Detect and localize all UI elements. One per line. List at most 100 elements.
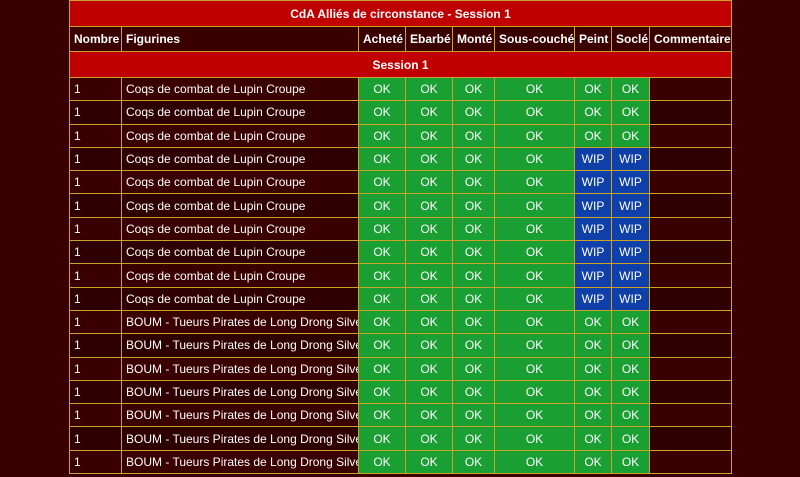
cell-socle: OK (611, 333, 650, 358)
cell-figurine: Coqs de combat de Lupin Croupe (121, 76, 359, 102)
cell-peint: OK (574, 76, 612, 102)
cell-peint: WIP (574, 216, 612, 242)
cell-monte: OK (452, 286, 495, 311)
cell-figurine: Coqs de combat de Lupin Croupe (121, 263, 359, 288)
cell-figurine: BOUM - Tueurs Pirates de Long Drong Silv… (121, 379, 359, 405)
cell-sous-couche: OK (494, 379, 575, 405)
cell-sous-couche: OK (494, 333, 575, 358)
cell-socle: OK (611, 426, 650, 451)
cell-socle: OK (611, 76, 650, 102)
cell-achete: OK (358, 216, 406, 242)
cell-nombre: 1 (69, 216, 122, 242)
cell-ebarbe: OK (405, 240, 453, 265)
cell-monte: OK (452, 426, 495, 451)
cell-monte: OK (452, 449, 495, 475)
cell-peint: WIP (574, 193, 612, 218)
cell-socle: WIP (611, 263, 650, 288)
cell-figurine: Coqs de combat de Lupin Croupe (121, 193, 359, 218)
cell-figurine: BOUM - Tueurs Pirates de Long Drong Silv… (121, 309, 359, 335)
cell-nombre: 1 (69, 449, 122, 475)
cell-peint: WIP (574, 240, 612, 265)
cell-commentaire (648, 240, 733, 265)
table-row: 1 Coqs de combat de Lupin Croupe OK OK OK OK O… (69, 100, 733, 125)
cell-sous-couche: OK (494, 193, 575, 218)
cell-ebarbe: OK (405, 379, 453, 405)
table-row: 1 BOUM - Tueurs Pirates de Long Drong Sil… (69, 403, 733, 428)
cell-monte: OK (452, 146, 495, 172)
cell-commentaire (648, 333, 733, 358)
cell-peint: OK (574, 309, 612, 335)
cell-figurine: Coqs de combat de Lupin Croupe (121, 123, 359, 148)
cell-nombre: 1 (69, 240, 122, 265)
cell-achete: OK (358, 240, 406, 265)
cell-sous-couche: OK (494, 76, 575, 102)
cell-socle: WIP (611, 146, 650, 172)
cell-achete: OK (358, 76, 406, 102)
cell-sous-couche: OK (494, 146, 575, 172)
cell-nombre: 1 (69, 146, 122, 172)
cell-achete: OK (358, 100, 406, 125)
cell-sous-couche: OK (494, 170, 575, 195)
cell-sous-couche: OK (494, 100, 575, 125)
cell-peint: OK (574, 403, 612, 428)
cell-socle: WIP (611, 216, 650, 242)
header-peint: Peint (574, 26, 612, 52)
cell-monte: OK (452, 379, 495, 405)
cell-socle: OK (611, 100, 650, 125)
header-sous-couche: Sous-couché (494, 26, 575, 52)
session-row: Session 1 (68, 51, 733, 78)
table-title: CdA Alliés de circonstance - Session 1 (68, 0, 733, 27)
cell-ebarbe: OK (405, 123, 453, 148)
cell-monte: OK (452, 76, 495, 102)
cell-sous-couche: OK (494, 240, 575, 265)
cell-peint: OK (574, 123, 612, 148)
cell-figurine: BOUM - Tueurs Pirates de Long Drong Silv… (121, 333, 359, 358)
cell-achete: OK (358, 123, 406, 148)
cell-nombre: 1 (69, 286, 122, 311)
cell-nombre: 1 (69, 170, 122, 195)
cell-achete: OK (358, 426, 406, 451)
cell-commentaire (648, 193, 733, 218)
table-row: 1 Coqs de combat de Lupin Croupe OK OK OK OK O… (69, 123, 733, 148)
cell-sous-couche: OK (494, 309, 575, 335)
cell-socle: OK (611, 403, 650, 428)
cell-ebarbe: OK (405, 286, 453, 311)
cell-figurine: Coqs de combat de Lupin Croupe (121, 170, 359, 195)
table-row: 1 BOUM - Tueurs Pirates de Long Drong Sil… (69, 309, 733, 335)
table-row: 1 BOUM - Tueurs Pirates de Long Drong Sil… (69, 333, 733, 358)
cell-commentaire (648, 263, 733, 288)
cell-ebarbe: OK (405, 263, 453, 288)
cell-commentaire (648, 356, 733, 381)
table-row: 1 BOUM - Tueurs Pirates de Long Drong Sil… (69, 426, 733, 451)
cell-ebarbe: OK (405, 403, 453, 428)
cell-nombre: 1 (69, 379, 122, 405)
cell-achete: OK (358, 263, 406, 288)
cell-ebarbe: OK (405, 76, 453, 102)
cell-figurine: Coqs de combat de Lupin Croupe (121, 240, 359, 265)
cell-commentaire (648, 76, 733, 102)
cell-sous-couche: OK (494, 426, 575, 451)
cell-figurine: Coqs de combat de Lupin Croupe (121, 146, 359, 172)
cell-peint: OK (574, 449, 612, 475)
header-monte: Monté (452, 26, 495, 52)
cell-figurine: BOUM - Tueurs Pirates de Long Drong Silv… (121, 426, 359, 451)
table-row: 1 BOUM - Tueurs Pirates de Long Drong Sil… (69, 356, 733, 381)
cell-peint: OK (574, 333, 612, 358)
cell-peint: WIP (574, 170, 612, 195)
header-figurines: Figurines (121, 26, 359, 52)
table-row: 1 Coqs de combat de Lupin Croupe OK OK OK OK W… (69, 146, 733, 172)
cell-ebarbe: OK (405, 100, 453, 125)
cell-nombre: 1 (69, 309, 122, 335)
cell-nombre: 1 (69, 426, 122, 451)
header-socle: Soclé (611, 26, 650, 52)
cell-commentaire (648, 309, 733, 335)
cell-commentaire (648, 100, 733, 125)
cell-figurine: Coqs de combat de Lupin Croupe (121, 216, 359, 242)
session-label: Session 1 (68, 51, 733, 78)
cell-socle: WIP (611, 240, 650, 265)
cell-ebarbe: OK (405, 333, 453, 358)
cell-nombre: 1 (69, 100, 122, 125)
cell-ebarbe: OK (405, 356, 453, 381)
progress-table: CdA Alliés de circonstance - Session 1 N… (68, 0, 733, 475)
cell-nombre: 1 (69, 263, 122, 288)
